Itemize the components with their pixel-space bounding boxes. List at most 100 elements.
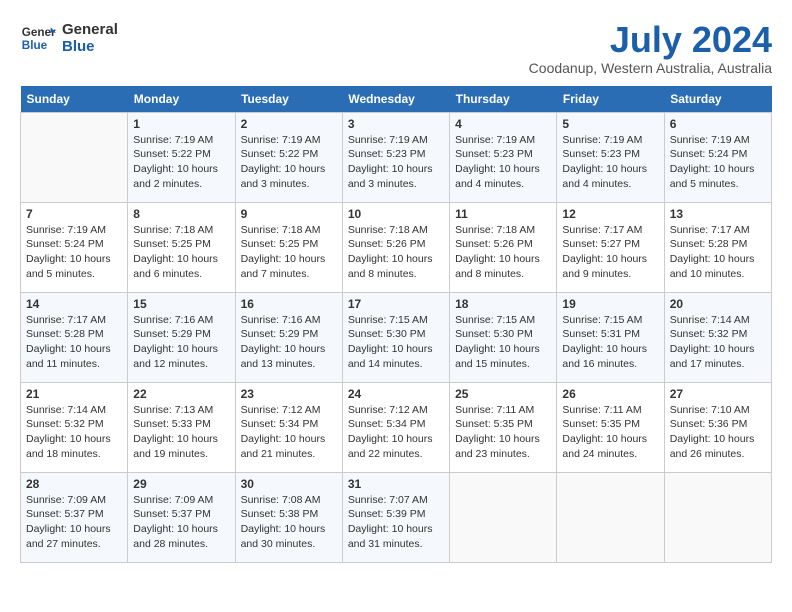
calendar-cell: 24 Sunrise: 7:12 AM Sunset: 5:34 PM Dayli… (342, 382, 449, 472)
location-label: Coodanup, Western Australia, Australia (529, 60, 772, 76)
weekday-header-row: SundayMondayTuesdayWednesdayThursdayFrid… (21, 86, 772, 113)
day-info: Sunrise: 7:12 AM Sunset: 5:34 PM Dayligh… (241, 403, 337, 462)
day-info: Sunrise: 7:11 AM Sunset: 5:35 PM Dayligh… (562, 403, 658, 462)
calendar-week-row: 21 Sunrise: 7:14 AM Sunset: 5:32 PM Dayli… (21, 382, 772, 472)
day-number: 8 (133, 207, 229, 221)
day-number: 2 (241, 117, 337, 131)
logo-general: General (62, 21, 118, 38)
day-info: Sunrise: 7:09 AM Sunset: 5:37 PM Dayligh… (133, 493, 229, 552)
day-info: Sunrise: 7:19 AM Sunset: 5:23 PM Dayligh… (562, 133, 658, 192)
day-number: 10 (348, 207, 444, 221)
calendar-cell: 25Sunrise: 7:11 AM Sunset: 5:35 PM Dayli… (450, 382, 557, 472)
weekday-header: Saturday (664, 86, 771, 113)
day-number: 6 (670, 117, 766, 131)
day-info: Sunrise: 7:17 AM Sunset: 5:28 PM Dayligh… (670, 223, 766, 282)
day-number: 11 (455, 207, 551, 221)
day-info: Sunrise: 7:19 AM Sunset: 5:22 PM Dayligh… (241, 133, 337, 192)
day-number: 30 (241, 477, 337, 491)
day-info: Sunrise: 7:08 AM Sunset: 5:38 PM Dayligh… (241, 493, 337, 552)
weekday-header: Wednesday (342, 86, 449, 113)
svg-text:Blue: Blue (22, 39, 48, 52)
calendar-cell: 3Sunrise: 7:19 AM Sunset: 5:23 PM Daylig… (342, 112, 449, 202)
day-number: 23 (241, 387, 337, 401)
day-info: Sunrise: 7:16 AM Sunset: 5:29 PM Dayligh… (241, 313, 337, 372)
day-info: Sunrise: 7:12 AM Sunset: 5:34 PM Dayligh… (348, 403, 444, 462)
day-info: Sunrise: 7:15 AM Sunset: 5:30 PM Dayligh… (455, 313, 551, 372)
day-info: Sunrise: 7:10 AM Sunset: 5:36 PM Dayligh… (670, 403, 766, 462)
calendar-week-row: 28 Sunrise: 7:09 AM Sunset: 5:37 PM Dayli… (21, 472, 772, 562)
calendar-cell: 17Sunrise: 7:15 AM Sunset: 5:30 PM Dayli… (342, 292, 449, 382)
logo-blue: Blue (62, 38, 118, 55)
day-number: 28 (26, 477, 122, 491)
logo-icon: General Blue (20, 20, 56, 56)
title-block: July 2024 Coodanup, Western Australia, A… (529, 20, 772, 76)
day-number: 7 (26, 207, 122, 221)
calendar-week-row: 7 Sunrise: 7:19 AM Sunset: 5:24 PM Daylig… (21, 202, 772, 292)
day-number: 4 (455, 117, 551, 131)
day-number: 3 (348, 117, 444, 131)
month-title: July 2024 (529, 20, 772, 60)
weekday-header: Thursday (450, 86, 557, 113)
day-info: Sunrise: 7:19 AM Sunset: 5:22 PM Dayligh… (133, 133, 229, 192)
day-number: 9 (241, 207, 337, 221)
calendar-cell: 21 Sunrise: 7:14 AM Sunset: 5:32 PM Dayli… (21, 382, 128, 472)
calendar-table: SundayMondayTuesdayWednesdayThursdayFrid… (20, 86, 772, 563)
day-info: Sunrise: 7:18 AM Sunset: 5:25 PM Dayligh… (133, 223, 229, 282)
calendar-cell: 13 Sunrise: 7:17 AM Sunset: 5:28 PM Dayli… (664, 202, 771, 292)
day-number: 18 (455, 297, 551, 311)
calendar-cell: 19 Sunrise: 7:15 AM Sunset: 5:31 PM Dayli… (557, 292, 664, 382)
day-number: 12 (562, 207, 658, 221)
calendar-week-row: 1Sunrise: 7:19 AM Sunset: 5:22 PM Daylig… (21, 112, 772, 202)
calendar-cell: 8 Sunrise: 7:18 AM Sunset: 5:25 PM Daylig… (128, 202, 235, 292)
calendar-cell (664, 472, 771, 562)
calendar-cell: 30 Sunrise: 7:08 AM Sunset: 5:38 PM Dayli… (235, 472, 342, 562)
day-number: 24 (348, 387, 444, 401)
calendar-cell: 29Sunrise: 7:09 AM Sunset: 5:37 PM Dayli… (128, 472, 235, 562)
day-info: Sunrise: 7:18 AM Sunset: 5:26 PM Dayligh… (455, 223, 551, 282)
day-info: Sunrise: 7:14 AM Sunset: 5:32 PM Dayligh… (670, 313, 766, 372)
day-number: 26 (562, 387, 658, 401)
day-info: Sunrise: 7:18 AM Sunset: 5:25 PM Dayligh… (241, 223, 337, 282)
calendar-cell: 7 Sunrise: 7:19 AM Sunset: 5:24 PM Daylig… (21, 202, 128, 292)
calendar-cell: 6 Sunrise: 7:19 AM Sunset: 5:24 PM Daylig… (664, 112, 771, 202)
calendar-cell: 9 Sunrise: 7:18 AM Sunset: 5:25 PM Daylig… (235, 202, 342, 292)
calendar-cell: 28Sunrise: 7:09 AM Sunset: 5:37 PM Dayli… (21, 472, 128, 562)
calendar-cell (557, 472, 664, 562)
calendar-week-row: 14Sunrise: 7:17 AM Sunset: 5:28 PM Dayli… (21, 292, 772, 382)
weekday-header: Friday (557, 86, 664, 113)
day-info: Sunrise: 7:19 AM Sunset: 5:23 PM Dayligh… (455, 133, 551, 192)
day-number: 17 (348, 297, 444, 311)
weekday-header: Monday (128, 86, 235, 113)
page-header: General Blue General Blue July 2024 Cood… (20, 20, 772, 76)
day-number: 19 (562, 297, 658, 311)
day-number: 5 (562, 117, 658, 131)
calendar-cell: 22Sunrise: 7:13 AM Sunset: 5:33 PM Dayli… (128, 382, 235, 472)
day-info: Sunrise: 7:07 AM Sunset: 5:39 PM Dayligh… (348, 493, 444, 552)
day-info: Sunrise: 7:13 AM Sunset: 5:33 PM Dayligh… (133, 403, 229, 462)
day-info: Sunrise: 7:16 AM Sunset: 5:29 PM Dayligh… (133, 313, 229, 372)
day-number: 31 (348, 477, 444, 491)
weekday-header: Sunday (21, 86, 128, 113)
day-info: Sunrise: 7:15 AM Sunset: 5:31 PM Dayligh… (562, 313, 658, 372)
calendar-cell: 14Sunrise: 7:17 AM Sunset: 5:28 PM Dayli… (21, 292, 128, 382)
calendar-cell (21, 112, 128, 202)
day-number: 13 (670, 207, 766, 221)
day-info: Sunrise: 7:18 AM Sunset: 5:26 PM Dayligh… (348, 223, 444, 282)
calendar-cell: 2 Sunrise: 7:19 AM Sunset: 5:22 PM Daylig… (235, 112, 342, 202)
calendar-cell: 27Sunrise: 7:10 AM Sunset: 5:36 PM Dayli… (664, 382, 771, 472)
calendar-cell: 16Sunrise: 7:16 AM Sunset: 5:29 PM Dayli… (235, 292, 342, 382)
day-info: Sunrise: 7:19 AM Sunset: 5:24 PM Dayligh… (26, 223, 122, 282)
day-info: Sunrise: 7:14 AM Sunset: 5:32 PM Dayligh… (26, 403, 122, 462)
calendar-cell (450, 472, 557, 562)
calendar-cell: 1Sunrise: 7:19 AM Sunset: 5:22 PM Daylig… (128, 112, 235, 202)
day-info: Sunrise: 7:17 AM Sunset: 5:27 PM Dayligh… (562, 223, 658, 282)
day-info: Sunrise: 7:19 AM Sunset: 5:24 PM Dayligh… (670, 133, 766, 192)
day-number: 20 (670, 297, 766, 311)
calendar-cell: 23 Sunrise: 7:12 AM Sunset: 5:34 PM Dayli… (235, 382, 342, 472)
calendar-cell: 5 Sunrise: 7:19 AM Sunset: 5:23 PM Daylig… (557, 112, 664, 202)
calendar-cell: 4 Sunrise: 7:19 AM Sunset: 5:23 PM Daylig… (450, 112, 557, 202)
day-number: 21 (26, 387, 122, 401)
calendar-cell: 15Sunrise: 7:16 AM Sunset: 5:29 PM Dayli… (128, 292, 235, 382)
calendar-cell: 12 Sunrise: 7:17 AM Sunset: 5:27 PM Dayli… (557, 202, 664, 292)
day-info: Sunrise: 7:11 AM Sunset: 5:35 PM Dayligh… (455, 403, 551, 462)
